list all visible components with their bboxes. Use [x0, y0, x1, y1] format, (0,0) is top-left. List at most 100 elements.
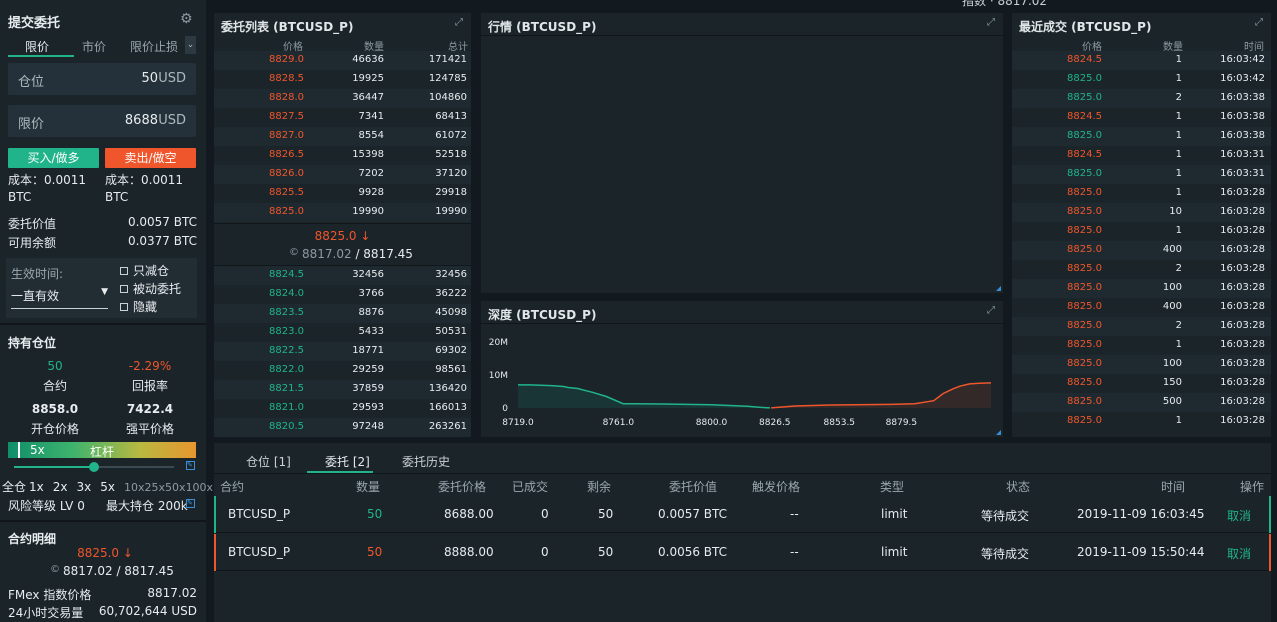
- gear-icon[interactable]: ⚙: [180, 11, 193, 27]
- ob-total: 50531: [435, 326, 467, 337]
- trade-row: 8825.0 100 16:03:28: [1012, 279, 1271, 298]
- ask-row[interactable]: 8829.0 46636 171421: [214, 51, 471, 70]
- trade-price: 8825.0: [1067, 339, 1102, 350]
- ob-qty: 7341: [358, 111, 384, 122]
- ob-total: 171421: [428, 54, 467, 65]
- trade-qty: 400: [1162, 244, 1182, 255]
- depth-x-tick: 8879.5: [886, 418, 918, 428]
- ob-qty: 7202: [358, 168, 384, 179]
- trade-price: 8825.0: [1067, 92, 1102, 103]
- ob-qty: 8876: [358, 307, 384, 318]
- ob-price: 8823.0: [269, 326, 304, 337]
- tab-market[interactable]: 市价: [82, 38, 106, 55]
- bid-row[interactable]: 8821.5 37859 136420: [214, 380, 471, 399]
- expand-icon[interactable]: ⤢: [987, 18, 997, 28]
- order-remain: 50: [598, 545, 614, 559]
- trade-price: 8825.0: [1067, 225, 1102, 236]
- leverage-option[interactable]: 10x: [124, 481, 145, 494]
- ask-row[interactable]: 8826.5 15398 52518: [214, 146, 471, 165]
- buy-long-button[interactable]: 买入/做多: [8, 148, 99, 168]
- bid-row[interactable]: 8822.5 18771 69302: [214, 342, 471, 361]
- ask-row[interactable]: 8825.5 9928 29918: [214, 184, 471, 203]
- leverage-option[interactable]: 5x: [100, 480, 115, 494]
- order-row: BTCUSD_P 50 8888.00 0 50 0.0056 BTC -- limit 等待成…: [214, 534, 1271, 571]
- ask-row[interactable]: 8826.0 7202 37120: [214, 165, 471, 184]
- ask-row[interactable]: 8828.0 36447 104860: [214, 89, 471, 108]
- order-qty: 50: [367, 545, 383, 559]
- open-price-label: 开仓价格: [30, 422, 79, 436]
- bid-row[interactable]: 8824.5 32456 32456: [214, 266, 471, 285]
- expand-icon[interactable]: ⤢: [987, 306, 997, 316]
- tab-order-history[interactable]: 委托历史: [402, 453, 450, 470]
- depth-x-tick: 8800.0: [696, 418, 728, 428]
- market-title: 行情 (BTCUSD_P): [488, 20, 597, 34]
- orderbook-title: 委托列表 (BTCUSD_P): [221, 20, 354, 34]
- position-input[interactable]: 仓位 50 USD: [8, 63, 196, 95]
- order-value: 0.0057 BTC: [658, 507, 728, 521]
- ask-row[interactable]: 8825.0 19990 19990: [214, 203, 471, 222]
- ask-row[interactable]: 8827.5 7341 68413: [214, 108, 471, 127]
- trade-price: 8825.0: [1067, 301, 1102, 312]
- leverage-option[interactable]: 25x: [145, 481, 166, 494]
- col-value: 委托价值: [669, 480, 718, 494]
- col-filled: 已成交: [512, 480, 549, 494]
- edit-icon[interactable]: ✎: [186, 461, 195, 470]
- ob-price: 8823.5: [269, 307, 304, 318]
- trade-qty: 1: [1175, 168, 1182, 179]
- leverage-option[interactable]: 全仓: [2, 480, 26, 494]
- leverage-option[interactable]: 50x: [165, 481, 186, 494]
- leverage-slider-handle[interactable]: [89, 462, 99, 472]
- cost-sell: 成本：0.0011: [105, 173, 183, 187]
- expand-icon[interactable]: ⤢: [1255, 18, 1265, 28]
- divider: [0, 323, 206, 325]
- ask-row[interactable]: 8828.5 19925 124785: [214, 70, 471, 89]
- bid-row[interactable]: 8821.0 29593 166013: [214, 399, 471, 418]
- bid-row[interactable]: 8823.5 8876 45098: [214, 304, 471, 323]
- ob-price: 8822.5: [269, 345, 304, 356]
- trade-row: 8825.0 400 16:03:28: [1012, 241, 1271, 260]
- position-label: 仓位: [18, 75, 45, 90]
- trade-price: 8825.0: [1067, 168, 1102, 179]
- resize-icon[interactable]: [996, 430, 1001, 435]
- order-type: limit: [881, 545, 908, 559]
- chevron-down-icon[interactable]: ⌄: [185, 36, 196, 54]
- bid-row[interactable]: 8824.0 3766 36222: [214, 285, 471, 304]
- position-contracts: 50: [47, 359, 63, 373]
- leverage-slider-track[interactable]: [14, 462, 174, 472]
- bid-row[interactable]: 8822.0 29259 98561: [214, 361, 471, 380]
- tab-limit-underline: [8, 55, 74, 57]
- cancel-order-button[interactable]: 取消: [1227, 545, 1251, 562]
- limit-price-input[interactable]: 限价 8688 USD: [8, 105, 196, 137]
- expand-icon[interactable]: ⤢: [455, 18, 465, 28]
- leverage-option[interactable]: 1x: [29, 480, 44, 494]
- tab-positions[interactable]: 仓位 [1]: [246, 453, 291, 470]
- leverage-option[interactable]: 2x: [53, 480, 68, 494]
- bid-row[interactable]: 8820.5 97248 263261: [214, 418, 471, 437]
- post-only-checkbox[interactable]: 被动委托: [120, 280, 181, 297]
- trade-qty: 100: [1162, 358, 1182, 369]
- resize-icon[interactable]: [996, 286, 1001, 291]
- cancel-order-button[interactable]: 取消: [1227, 507, 1251, 524]
- ob-total: 104860: [428, 92, 467, 103]
- contract-last-price: 8825.0 ↓: [77, 546, 133, 560]
- orderbook-mid-index: 8817.02: [302, 247, 352, 261]
- tab-stop-limit[interactable]: 限价止损: [130, 38, 178, 55]
- bid-row[interactable]: 8823.0 5433 50531: [214, 323, 471, 342]
- tab-limit[interactable]: 限价: [25, 38, 49, 55]
- balance-label: 可用余额: [8, 236, 57, 250]
- edit-icon[interactable]: ✎: [186, 499, 195, 508]
- ob-total: 19990: [435, 206, 467, 217]
- trade-qty: 1: [1175, 415, 1182, 426]
- trade-row: 8825.0 2 16:03:28: [1012, 260, 1271, 279]
- effective-time-select[interactable]: 一直有效 ▼: [11, 287, 108, 309]
- leverage-option[interactable]: 3x: [77, 480, 92, 494]
- trade-row: 8825.0 500 16:03:28: [1012, 393, 1271, 412]
- reduce-only-checkbox[interactable]: 只减仓: [120, 262, 169, 279]
- tab-orders[interactable]: 委托 [2]: [325, 453, 370, 470]
- leverage-option[interactable]: 100x: [186, 481, 214, 494]
- ask-row[interactable]: 8827.0 8554 61072: [214, 127, 471, 146]
- hidden-checkbox[interactable]: 隐藏: [120, 298, 157, 315]
- divider: [481, 323, 1003, 324]
- trade-row: 8825.0 1 16:03:38: [1012, 127, 1271, 146]
- sell-short-button[interactable]: 卖出/做空: [105, 148, 196, 168]
